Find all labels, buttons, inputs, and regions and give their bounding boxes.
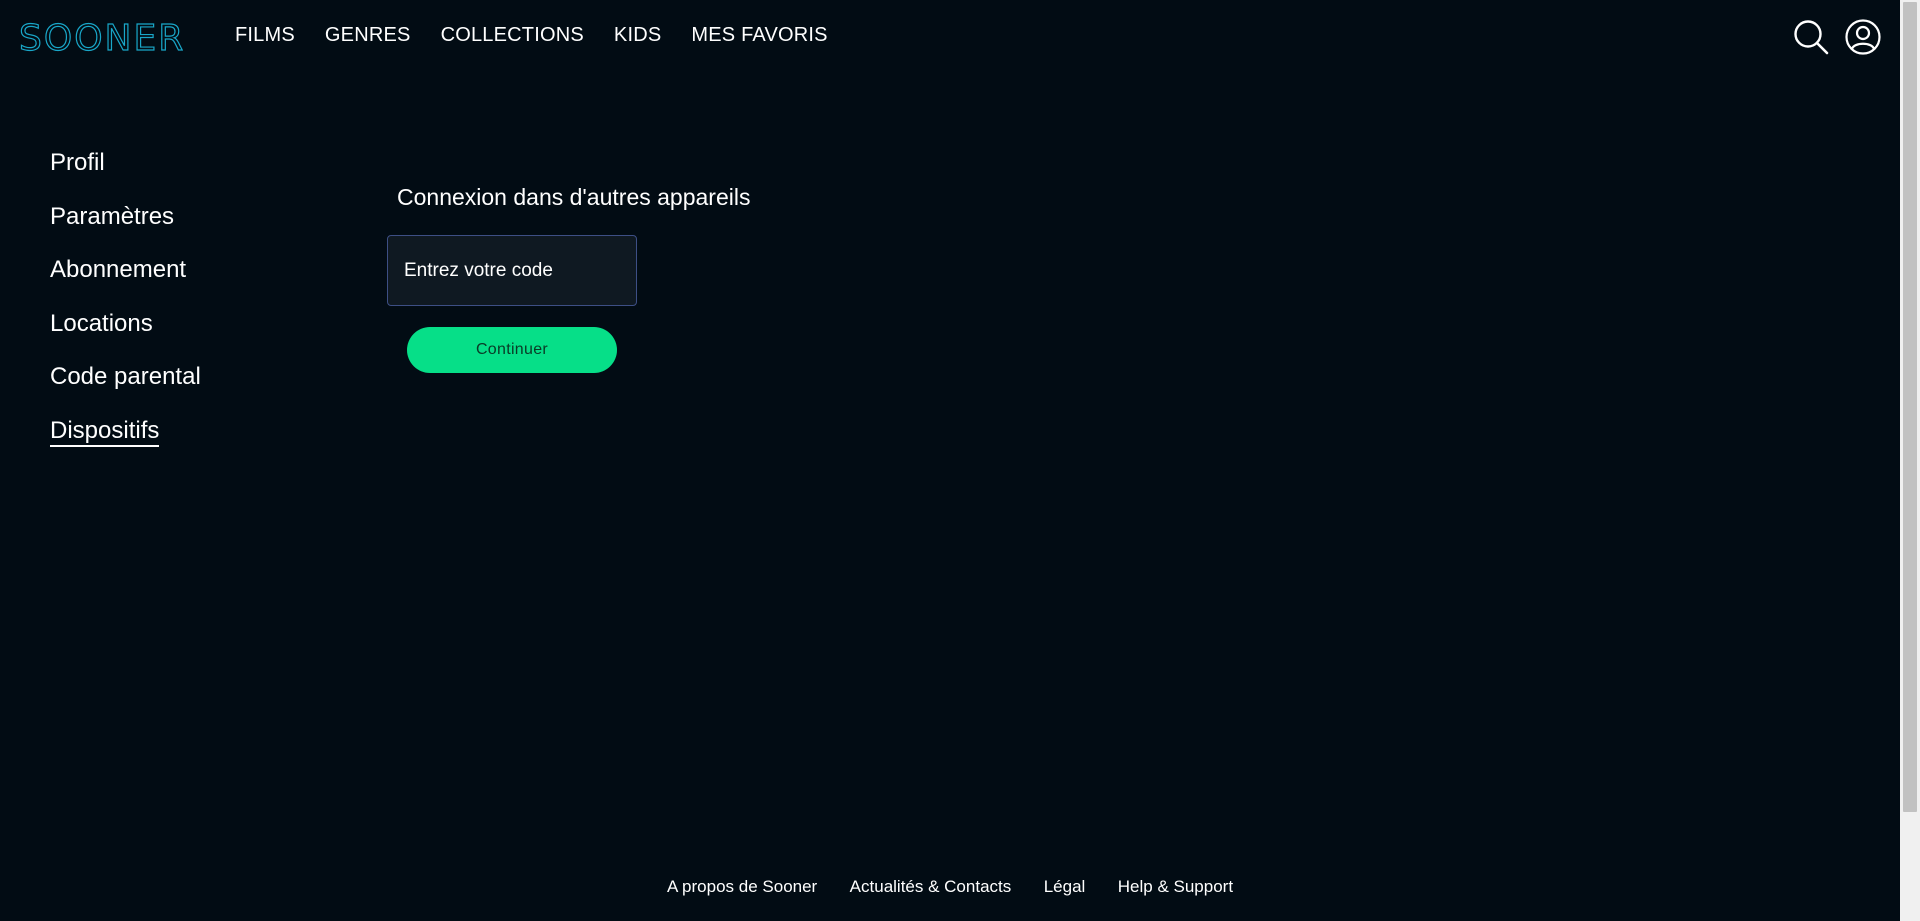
search-icon[interactable] [1792, 18, 1830, 56]
sidebar-item-profil[interactable]: Profil [50, 148, 201, 202]
sidebar-item-locations[interactable]: Locations [50, 309, 201, 363]
sidebar-item-label: Abonnement [50, 256, 187, 283]
footer-link-about[interactable]: A propos de Sooner [667, 877, 817, 896]
sooner-logo[interactable]: SOONER [19, 17, 183, 57]
nav-item-kids[interactable]: KIDS [614, 24, 661, 47]
nav-item-collections[interactable]: COLLECTIONS [441, 24, 584, 47]
nav-item-films[interactable]: FILMS [235, 24, 295, 47]
user-icon[interactable] [1844, 18, 1882, 56]
footer-link-help-support[interactable]: Help & Support [1118, 877, 1233, 896]
svg-text:SOONER: SOONER [19, 18, 183, 57]
page: SOONER FILMS GENRES COLLECTIONS KIDS MES… [0, 0, 1900, 921]
main-nav: FILMS GENRES COLLECTIONS KIDS MES FAVORI… [235, 24, 858, 47]
sidebar-item-abonnement[interactable]: Abonnement [50, 255, 201, 309]
sidebar-item-code-parental[interactable]: Code parental [50, 362, 201, 416]
vertical-scrollbar[interactable] [1900, 0, 1920, 921]
scrollbar-thumb[interactable] [1903, 2, 1917, 812]
sidebar-item-label: Profil [50, 149, 105, 176]
nav-item-genres[interactable]: GENRES [325, 24, 411, 47]
sidebar-item-label: Dispositifs [50, 416, 160, 447]
sidebar-item-dispositifs[interactable]: Dispositifs [50, 416, 201, 470]
sidebar-item-parametres[interactable]: Paramètres [50, 202, 201, 256]
nav-item-mes-favoris[interactable]: MES FAVORIS [691, 24, 827, 47]
page-title: Connexion dans d'autres appareils [397, 184, 751, 210]
footer-link-legal[interactable]: Légal [1044, 877, 1086, 896]
footer-link-news-contacts[interactable]: Actualités & Contacts [850, 877, 1012, 896]
sidebar-item-label: Paramètres [50, 202, 175, 230]
device-code-input[interactable] [387, 235, 637, 306]
sidebar-item-label: Code parental [50, 363, 201, 390]
account-sidebar: Profil Paramètres Abonnement Locations C… [50, 148, 201, 469]
sidebar-item-label: Locations [50, 309, 153, 337]
header: SOONER FILMS GENRES COLLECTIONS KIDS MES… [0, 0, 1900, 74]
continue-button[interactable]: Continuer [407, 327, 617, 373]
footer: A propos de Sooner Actualités & Contacts… [0, 877, 1900, 897]
